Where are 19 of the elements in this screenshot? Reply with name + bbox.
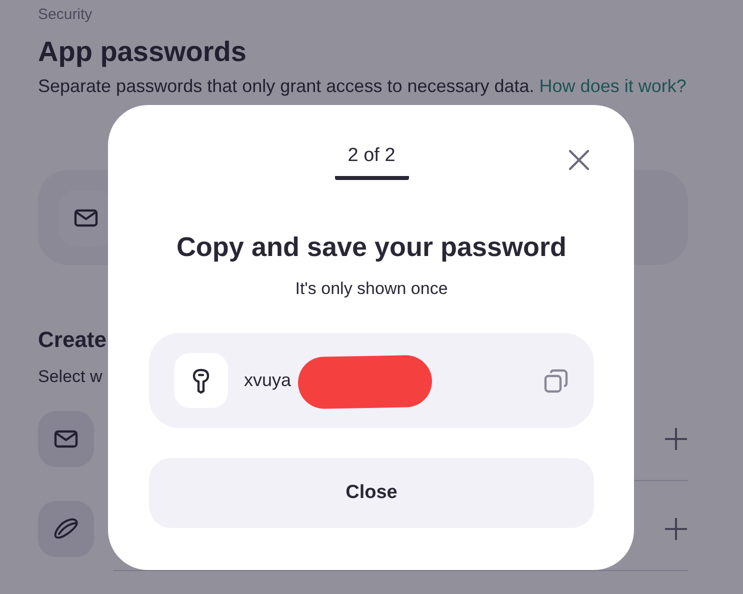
page-description: Separate passwords that only grant access to necessary data. How does it work?	[38, 75, 688, 98]
close-icon[interactable]	[568, 149, 590, 171]
password-text: xvuya	[244, 370, 292, 391]
dialog-subtitle: It's only shown once	[295, 279, 448, 299]
saucer-icon	[53, 518, 79, 540]
copy-icon[interactable]	[544, 368, 568, 392]
section-title: Create	[38, 327, 106, 353]
section-subtitle: Select w	[38, 367, 102, 387]
close-button[interactable]: Close	[149, 458, 594, 528]
key-icon	[174, 353, 228, 408]
breadcrumb[interactable]: Security	[38, 6, 688, 23]
step-indicator: 2 of 2	[334, 145, 408, 180]
dialog-title: Copy and save your password	[176, 232, 567, 263]
help-link[interactable]: How does it work?	[539, 76, 686, 96]
add-icon[interactable]	[664, 517, 688, 541]
page-title: App passwords	[38, 36, 248, 68]
add-icon[interactable]	[664, 427, 688, 451]
mail-icon	[54, 430, 78, 448]
mail-icon	[74, 208, 98, 226]
